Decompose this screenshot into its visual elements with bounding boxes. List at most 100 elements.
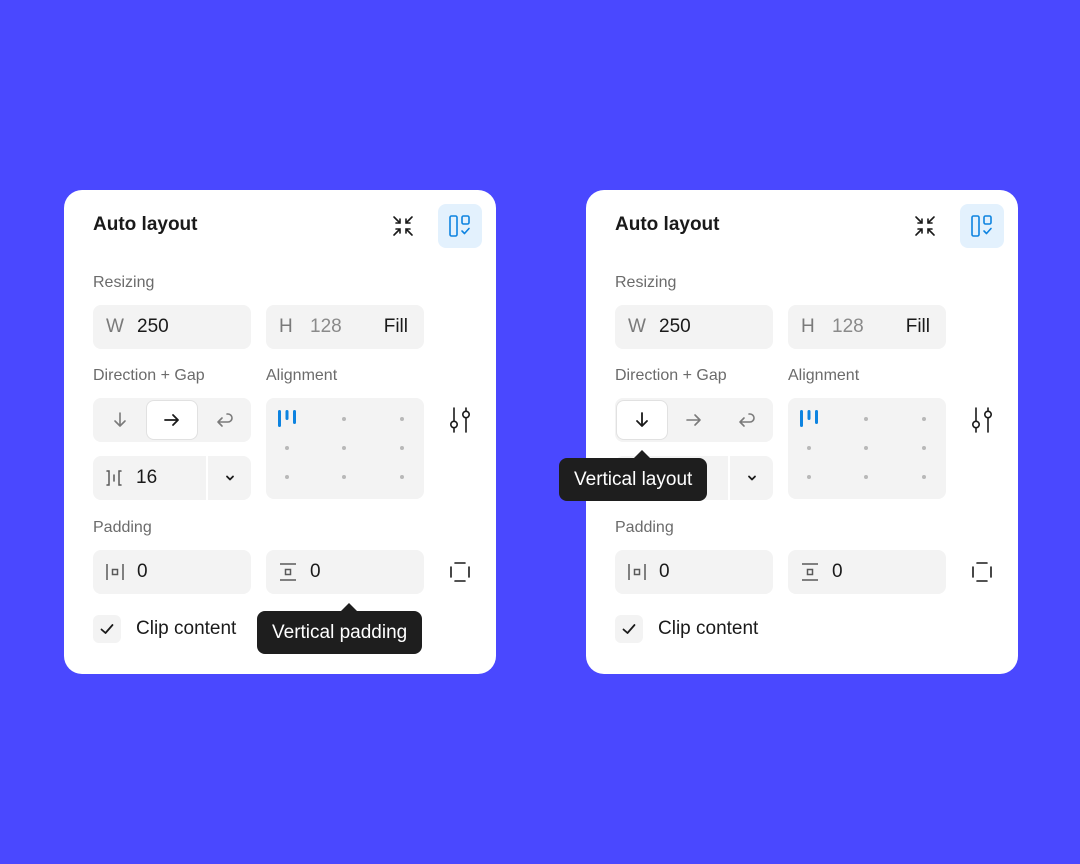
align-top-center-dot[interactable]	[342, 417, 346, 421]
direction-segmented-control	[615, 398, 773, 442]
height-prefix: H	[801, 316, 815, 337]
height-value: 128	[310, 316, 342, 337]
tooltip-arrow	[341, 603, 357, 611]
height-mode[interactable]: Fill	[906, 316, 930, 338]
layout-settings-button[interactable]	[444, 403, 476, 437]
layout-settings-button[interactable]	[966, 403, 998, 437]
tooltip-text: Vertical layout	[574, 468, 693, 490]
width-field[interactable]: W 250	[615, 305, 773, 349]
tooltip: Vertical layout	[559, 450, 708, 501]
align-bottom-left-dot[interactable]	[807, 475, 811, 479]
width-prefix: W	[628, 316, 646, 337]
arrow-right-icon	[164, 414, 179, 426]
clip-content-checkbox[interactable]	[615, 615, 643, 643]
align-bottom-left-dot[interactable]	[285, 475, 289, 479]
collapse-arrows-icon	[915, 216, 935, 236]
direction-gap-label: Direction + Gap	[615, 367, 727, 384]
align-bottom-right-dot[interactable]	[922, 475, 926, 479]
horizontal-padding-field[interactable]: 0	[615, 550, 773, 594]
check-icon	[100, 624, 114, 634]
arrow-down-icon	[114, 412, 126, 427]
vertical-padding-field[interactable]: 0	[788, 550, 946, 594]
gap-field[interactable]: 16	[93, 456, 251, 500]
horizontal-direction-button[interactable]	[146, 400, 198, 440]
alignment-grid[interactable]	[788, 398, 946, 499]
width-prefix: W	[106, 316, 124, 337]
height-value: 128	[832, 316, 864, 337]
tooltip-arrow	[634, 450, 650, 458]
horizontal-direction-button[interactable]	[668, 400, 720, 440]
individual-padding-button[interactable]	[446, 558, 474, 586]
align-middle-left-dot[interactable]	[807, 446, 811, 450]
width-value: 250	[137, 316, 169, 337]
align-middle-left-dot[interactable]	[285, 446, 289, 450]
resizing-label: Resizing	[615, 274, 677, 291]
auto-layout-panel: Auto layout Resizing W 250 H 128 Fill Di…	[559, 190, 1018, 674]
tooltip-text: Vertical padding	[272, 621, 408, 643]
direction-gap-label: Direction + Gap	[93, 367, 205, 384]
collapse-arrows-icon	[393, 216, 413, 236]
alignment-label: Alignment	[788, 367, 860, 384]
align-top-right-dot[interactable]	[922, 417, 926, 421]
clip-content-label: Clip content	[136, 618, 237, 639]
align-middle-right-dot[interactable]	[400, 446, 404, 450]
height-mode[interactable]: Fill	[384, 316, 408, 338]
alignment-grid[interactable]	[266, 398, 424, 499]
auto-layout-toggle-button[interactable]	[438, 204, 482, 248]
collapse-button[interactable]	[903, 204, 947, 248]
panel-title: Auto layout	[93, 214, 198, 235]
auto-layout-toggle-button[interactable]	[960, 204, 1004, 248]
width-value: 250	[659, 316, 691, 337]
align-bottom-right-dot[interactable]	[400, 475, 404, 479]
horizontal-padding-icon	[106, 564, 124, 580]
auto-layout-icon	[971, 215, 992, 237]
horizontal-padding-value: 0	[137, 561, 148, 582]
individual-padding-button[interactable]	[968, 558, 996, 586]
vertical-direction-button[interactable]	[616, 400, 668, 440]
vertical-padding-icon	[802, 563, 818, 581]
gap-dropdown-button[interactable]	[208, 456, 251, 500]
height-field[interactable]: H 128 Fill	[788, 305, 946, 349]
arrow-down-icon	[636, 412, 648, 427]
auto-layout-icon	[449, 215, 470, 237]
clip-content-checkbox[interactable]	[93, 615, 121, 643]
align-middle-right-dot[interactable]	[922, 446, 926, 450]
vertical-padding-value: 0	[310, 561, 321, 582]
panel-title: Auto layout	[615, 214, 720, 235]
gap-icon	[106, 470, 122, 486]
width-field[interactable]: W 250	[93, 305, 251, 349]
horizontal-padding-field[interactable]: 0	[93, 550, 251, 594]
wrap-arrow-icon	[217, 413, 233, 427]
resizing-label: Resizing	[93, 274, 155, 291]
height-prefix: H	[279, 316, 293, 337]
vertical-padding-icon	[280, 563, 296, 581]
wrap-arrow-icon	[739, 413, 755, 427]
collapse-button[interactable]	[381, 204, 425, 248]
individual-padding-icon	[972, 562, 992, 582]
auto-layout-panel: Auto layout Resizing W 250 H 128 Fill Di…	[64, 190, 496, 674]
clip-content-label: Clip content	[658, 618, 759, 639]
align-middle-center-dot[interactable]	[864, 446, 868, 450]
wrap-direction-button[interactable]	[198, 400, 250, 440]
vertical-direction-button[interactable]	[94, 400, 146, 440]
align-middle-center-dot[interactable]	[342, 446, 346, 450]
gap-dropdown-button[interactable]	[730, 456, 773, 500]
wrap-direction-button[interactable]	[720, 400, 772, 440]
align-top-right-dot[interactable]	[400, 417, 404, 421]
sliders-icon	[449, 407, 471, 433]
align-top-center-dot[interactable]	[864, 417, 868, 421]
tooltip: Vertical padding	[257, 603, 423, 654]
align-top-left-indicator	[800, 410, 818, 427]
vertical-padding-field[interactable]: 0	[266, 550, 424, 594]
check-icon	[622, 624, 636, 634]
individual-padding-icon	[450, 562, 470, 582]
horizontal-padding-icon	[628, 564, 646, 580]
padding-label: Padding	[615, 519, 674, 536]
sliders-icon	[971, 407, 993, 433]
chevron-down-icon	[225, 475, 234, 481]
align-bottom-center-dot[interactable]	[342, 475, 346, 479]
height-field[interactable]: H 128 Fill	[266, 305, 424, 349]
horizontal-padding-value: 0	[659, 561, 670, 582]
align-top-left-indicator	[278, 410, 296, 427]
align-bottom-center-dot[interactable]	[864, 475, 868, 479]
